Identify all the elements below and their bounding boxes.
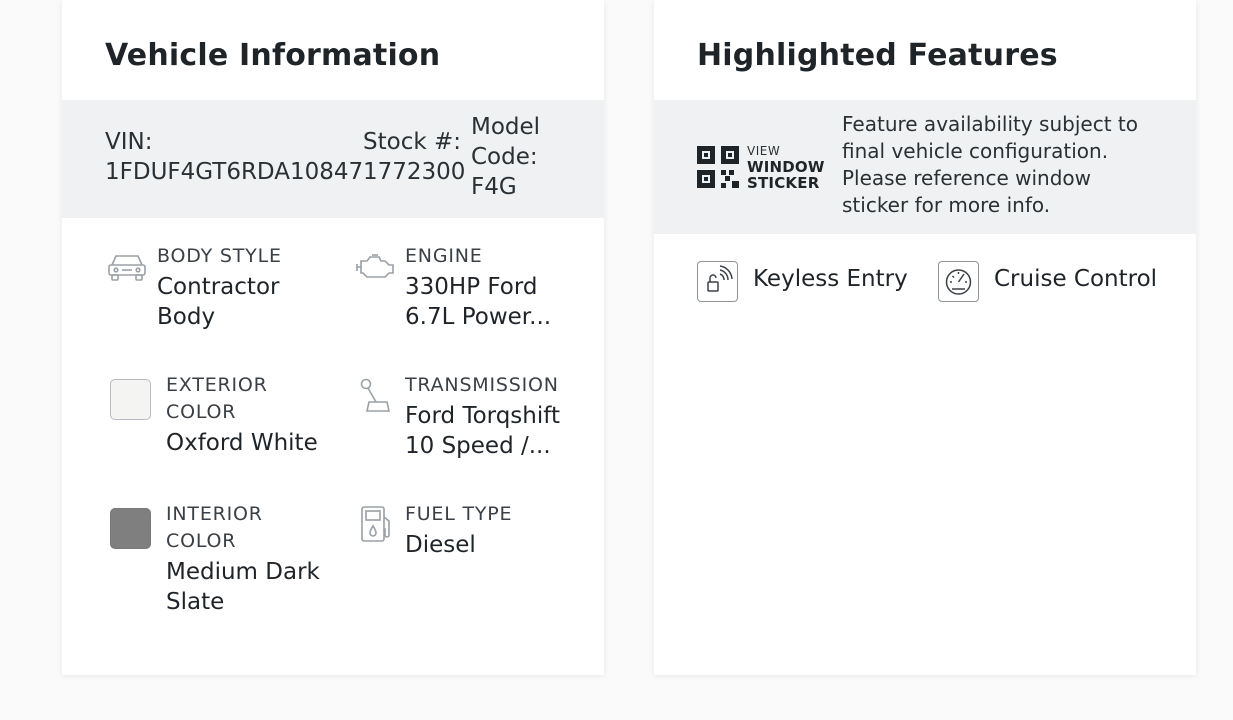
engine-label: ENGINE [405, 245, 483, 267]
transmission-value: Ford Torqshift [405, 403, 560, 429]
spec-body-style: BODY STYLE Contractor Body [107, 245, 327, 340]
stock-value: 1772300 [363, 159, 466, 185]
spec-exterior-color: EXTERIOR COLOR Oxford White [110, 374, 340, 469]
body-style-value: Body [157, 304, 216, 330]
exterior-color-label: COLOR [166, 401, 237, 423]
fuel-type-label: FUEL TYPE [405, 503, 513, 525]
fuel-pump-icon [359, 505, 393, 549]
model-code-block: Model Code: F4G [471, 112, 540, 202]
sticker-sticker-text: STICKER [747, 174, 820, 192]
interior-color-label: INTERIOR [166, 503, 263, 525]
vin-block: VIN: 1FDUF4GT6RDA10847 [105, 127, 363, 187]
spec-interior-color: INTERIOR COLOR Medium Dark Slate [110, 503, 340, 623]
engine-icon [355, 251, 395, 287]
fuel-type-value: Diesel [405, 532, 476, 558]
qr-code-icon [697, 146, 739, 192]
feature-keyless-entry: Keyless Entry [697, 261, 908, 304]
vin-value: 1FDUF4GT6RDA10847 [105, 159, 364, 185]
vin-label: VIN: [105, 129, 153, 155]
highlighted-features-card: Highlighted Features VIEW WINDOW STICKER… [654, 0, 1196, 675]
interior-color-swatch [110, 508, 151, 549]
engine-value: 330HP Ford [405, 274, 538, 300]
vehicle-information-title: Vehicle Information [105, 38, 441, 73]
window-sticker-band: VIEW WINDOW STICKER Feature availability… [654, 100, 1196, 234]
view-window-sticker-link[interactable]: VIEW WINDOW STICKER [697, 143, 827, 193]
highlighted-features-title: Highlighted Features [697, 38, 1058, 73]
spec-fuel-type: FUEL TYPE Diesel [355, 503, 575, 573]
transmission-value: 10 Speed /... [405, 433, 551, 459]
interior-color-label: COLOR [166, 530, 237, 552]
model-code-label: Code: [471, 144, 538, 170]
vehicle-information-card: Vehicle Information VIN: 1FDUF4GT6RDA108… [62, 0, 604, 675]
keyless-entry-label: Keyless Entry [753, 266, 908, 292]
keyless-entry-icon [697, 261, 738, 302]
spec-transmission: TRANSMISSION Ford Torqshift 10 Speed /..… [355, 374, 595, 469]
body-style-label: BODY STYLE [157, 245, 282, 267]
model-code-value: F4G [471, 174, 517, 200]
body-style-value: Contractor [157, 274, 280, 300]
transmission-label: TRANSMISSION [405, 374, 559, 396]
cruise-control-label: Cruise Control [994, 266, 1158, 292]
interior-color-value: Slate [166, 589, 225, 615]
stock-block: Stock #: 1772300 [363, 127, 465, 187]
vehicle-id-band: VIN: 1FDUF4GT6RDA10847 Stock #: 1772300 … [62, 100, 604, 218]
gear-shift-icon [359, 378, 391, 418]
interior-color-value: Medium Dark [166, 559, 320, 585]
speedometer-icon [938, 261, 979, 302]
engine-value: 6.7L Power... [405, 304, 552, 330]
feature-availability-note: Feature availability subject to final ve… [842, 112, 1138, 217]
spec-engine: ENGINE 330HP Ford 6.7L Power... [355, 245, 595, 340]
sticker-view-text: VIEW [747, 144, 781, 158]
model-code-label: Model [471, 114, 541, 140]
exterior-color-swatch [110, 379, 151, 420]
car-icon [107, 251, 147, 287]
stock-label: Stock #: [363, 129, 461, 155]
feature-cruise-control: Cruise Control [938, 261, 1157, 304]
exterior-color-value: Oxford White [166, 430, 318, 456]
exterior-color-label: EXTERIOR [166, 374, 268, 396]
